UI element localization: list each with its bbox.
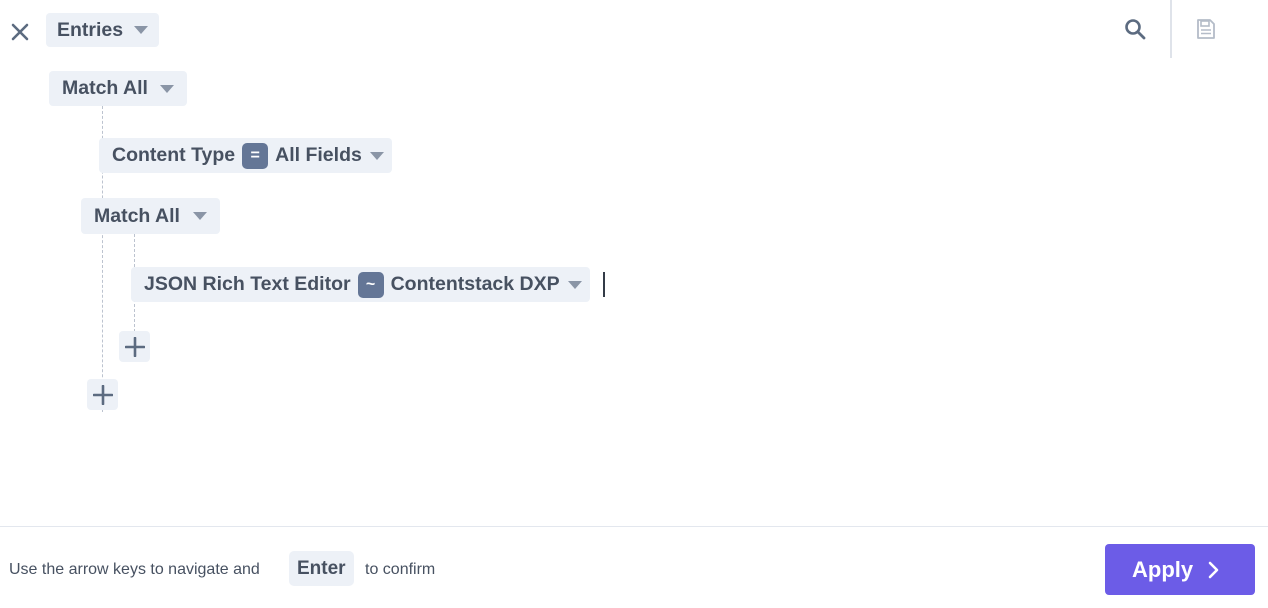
condition-content-type[interactable]: Content Type = All Fields <box>99 138 392 173</box>
chevron-down-icon <box>369 151 384 160</box>
apply-button[interactable]: Apply <box>1105 544 1255 595</box>
equals-operator-badge[interactable]: = <box>242 142 269 169</box>
chevron-right-icon <box>1208 561 1219 578</box>
plus-icon <box>92 384 113 405</box>
toolbar-divider <box>1170 0 1172 58</box>
condition-value: Contentstack DXP <box>390 273 560 295</box>
chevron-down-icon <box>567 280 582 289</box>
chevron-down-icon <box>192 212 207 220</box>
keyboard-hint-prefix: Use the arrow keys to navigate and <box>9 561 260 578</box>
plus-icon <box>124 336 145 357</box>
nested-group-match-dropdown[interactable]: Match All <box>81 198 220 234</box>
apply-label: Apply <box>1132 556 1194 582</box>
text-cursor <box>603 272 605 297</box>
condition-json-rte[interactable]: JSON Rich Text Editor ~ Contentstack DXP <box>131 267 590 302</box>
add-condition-nested-button[interactable] <box>119 331 150 362</box>
contains-operator-badge[interactable]: ~ <box>357 271 384 298</box>
enter-key-badge: Enter <box>289 551 354 586</box>
keyboard-hint-suffix: to confirm <box>365 561 436 578</box>
search-icon[interactable] <box>1123 17 1147 41</box>
chevron-down-icon <box>134 26 149 34</box>
nested-group-label: Match All <box>94 204 180 227</box>
condition-value: All Fields <box>275 144 362 166</box>
close-icon[interactable] <box>9 21 31 43</box>
scope-label: Entries <box>57 18 124 41</box>
scope-dropdown[interactable]: Entries <box>46 13 160 47</box>
footer-bar: Use the arrow keys to navigate and Enter… <box>0 526 1268 608</box>
root-group-match-dropdown[interactable]: Match All <box>49 71 187 106</box>
condition-field: JSON Rich Text Editor <box>144 273 351 295</box>
condition-field: Content Type <box>112 144 236 166</box>
root-group-label: Match All <box>62 77 148 99</box>
save-icon[interactable] <box>1195 17 1217 41</box>
chevron-down-icon <box>159 84 174 93</box>
add-condition-root-button[interactable] <box>87 379 118 410</box>
